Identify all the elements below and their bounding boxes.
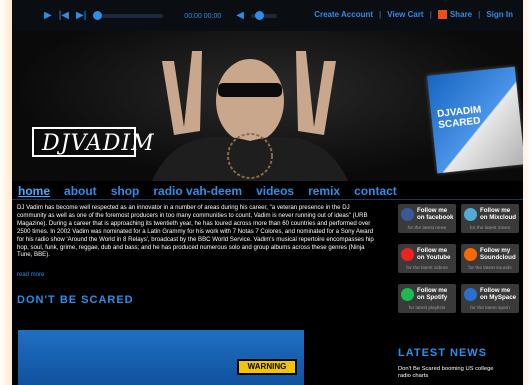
album-cover[interactable]: DJVADIM SCARED xyxy=(427,66,523,174)
mixcloud-icon xyxy=(464,208,477,221)
next-icon[interactable]: ▶| xyxy=(76,10,86,22)
nav-remix[interactable]: remix xyxy=(308,184,340,198)
separator: | xyxy=(478,10,481,19)
time-display: 00:00 00:00 xyxy=(184,12,222,20)
social-card-spotify[interactable]: Follow me on Spotify for latest playlist… xyxy=(398,284,456,313)
myspace-icon xyxy=(464,288,477,301)
read-more-link[interactable]: read more xyxy=(17,272,44,278)
left-gradient xyxy=(0,0,12,385)
news-item[interactable]: Don't Be Scared booming US college radio… xyxy=(398,366,508,380)
share-link[interactable]: Share xyxy=(450,10,472,19)
social-title: Follow me on Mixcloud xyxy=(480,207,517,221)
dj-vadim-logo[interactable]: DJVADIM xyxy=(32,127,154,157)
top-bar: ▶ |◀ ▶| 00:00 00:00 ◀ Create Account | V… xyxy=(12,0,523,31)
create-account-link[interactable]: Create Account xyxy=(314,10,373,19)
social-title: Follow my Soundcloud xyxy=(480,247,516,261)
nav-contact[interactable]: contact xyxy=(354,184,397,198)
nav-home[interactable]: home xyxy=(18,184,50,198)
progress-knob[interactable] xyxy=(93,11,103,20)
volume-knob[interactable] xyxy=(254,11,264,20)
social-subtitle: for the latest videos xyxy=(406,266,448,271)
album-title: DJVADIM SCARED xyxy=(436,104,482,131)
sign-in-link[interactable]: Sign In xyxy=(486,10,513,19)
social-card-youtube[interactable]: Follow me on Youtube for the latest vide… xyxy=(398,244,456,273)
audio-player: ▶ |◀ ▶| 00:00 00:00 ◀ xyxy=(44,10,277,22)
facebook-icon xyxy=(401,208,414,221)
separator: | xyxy=(379,10,382,19)
social-title: Follow me on MySpace xyxy=(480,287,517,301)
progress-track[interactable] xyxy=(93,11,164,20)
soundcloud-icon xyxy=(464,248,477,261)
social-title: Follow me on Spotify xyxy=(417,287,448,301)
social-subtitle: for latest playlists xyxy=(408,306,446,311)
hero-banner: DJVADIM DJVADIM SCARED xyxy=(12,31,523,181)
volume-icon[interactable]: ◀ xyxy=(236,10,244,22)
separator: | xyxy=(429,10,432,19)
social-title: Follow me on facebook xyxy=(417,207,454,221)
social-card-mixcloud[interactable]: Follow me on Mixcloud for the latest mix… xyxy=(461,204,519,233)
social-subtitle: for the latest sounds xyxy=(468,266,512,271)
nav-videos[interactable]: videos xyxy=(256,184,294,198)
nav-about[interactable]: about xyxy=(64,184,97,198)
nav-radio[interactable]: radio vah-deem xyxy=(153,184,242,198)
right-gradient xyxy=(523,0,531,385)
social-subtitle: for the latest mixes xyxy=(469,226,511,231)
volume-track[interactable] xyxy=(250,11,277,20)
main-nav: home about shop radio vah-deem videos re… xyxy=(18,184,397,198)
account-links: Create Account | View Cart | Share | Sig… xyxy=(314,10,513,19)
spotify-icon xyxy=(401,288,414,301)
view-cart-link[interactable]: View Cart xyxy=(387,10,423,19)
latest-news-heading: LATEST NEWS xyxy=(398,347,488,359)
play-icon[interactable]: ▶ xyxy=(44,10,52,22)
share-icon[interactable] xyxy=(437,10,447,19)
video-thumbnail[interactable]: WARNING xyxy=(18,330,304,385)
previous-icon[interactable]: |◀ xyxy=(59,10,69,22)
youtube-icon xyxy=(401,248,414,261)
social-subtitle: for the latest spam xyxy=(470,306,510,311)
social-card-myspace[interactable]: Follow me on MySpace for the latest spam xyxy=(461,284,519,313)
bio-text: DJ Vadim has become well respected as an… xyxy=(17,204,374,259)
nav-divider xyxy=(12,199,523,200)
social-title: Follow me on Youtube xyxy=(417,247,451,261)
nav-shop[interactable]: shop xyxy=(111,184,140,198)
warning-sign: WARNING xyxy=(237,359,297,375)
social-card-facebook[interactable]: Follow me on facebook for the latest new… xyxy=(398,204,456,233)
social-card-soundcloud[interactable]: Follow my Soundcloud for the latest soun… xyxy=(461,244,519,273)
section-heading: DON'T BE SCARED xyxy=(17,294,134,306)
page: ▶ |◀ ▶| 00:00 00:00 ◀ Create Account | V… xyxy=(0,0,531,385)
main-content: ▶ |◀ ▶| 00:00 00:00 ◀ Create Account | V… xyxy=(12,0,523,385)
social-subtitle: for the latest news xyxy=(407,226,447,231)
